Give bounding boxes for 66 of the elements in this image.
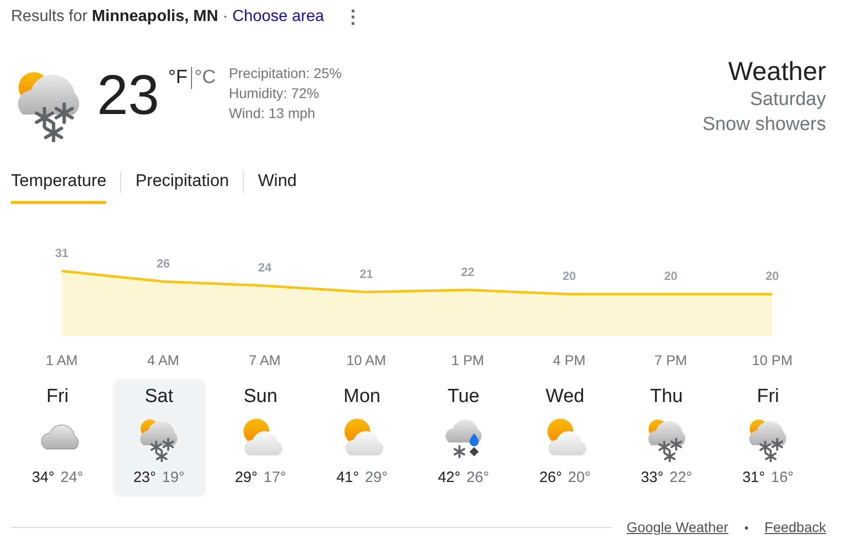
low-temp: 22°	[670, 469, 692, 486]
high-temp: 26°	[539, 469, 562, 486]
high-temp: 42°	[438, 469, 460, 486]
unit-toggle[interactable]: °C	[192, 67, 219, 89]
hour-label: 7 AM	[248, 352, 281, 368]
day-tile[interactable]: Sun 29° 17°	[214, 379, 307, 497]
low-temp: 24°	[60, 469, 84, 486]
low-temp: 16°	[771, 469, 794, 486]
data-label: 21	[360, 267, 373, 281]
data-label: 20	[766, 269, 779, 284]
high-temp: 29°	[234, 469, 258, 486]
day-tile[interactable]: Sat 23° 19°	[112, 379, 206, 497]
footer-link[interactable]: Feedback	[764, 517, 826, 538]
low-temp: 17°	[264, 469, 286, 486]
day-name: Fri	[756, 385, 780, 409]
high-temp: 41°	[336, 469, 359, 486]
chart-tab[interactable]: Wind	[258, 171, 297, 204]
weather-heading: Weather	[727, 55, 826, 87]
day-name: Wed	[546, 385, 584, 409]
day-name: Thu	[650, 385, 683, 409]
chart-tab[interactable]: Precipitation	[135, 171, 229, 204]
day-tile[interactable]: Thu 33° 22°	[620, 379, 713, 497]
data-label: 20	[664, 269, 678, 284]
weather-detail: Humidity: 72%	[228, 84, 320, 103]
day-tile[interactable]: Fri 34° 24°	[11, 379, 104, 497]
day-name: Tue	[447, 385, 480, 409]
hour-label: 4 PM	[552, 352, 586, 368]
more-menu-button[interactable]: ⋮	[344, 4, 362, 30]
data-label: 31	[55, 246, 68, 260]
weather-condition: Snow showers	[702, 113, 826, 137]
unit-toggle[interactable]: °F	[165, 67, 191, 89]
choose-area-link[interactable]: Choose area	[232, 8, 324, 25]
low-temp: 29°	[365, 469, 388, 486]
hour-label: 4 AM	[147, 352, 180, 368]
results-location: Results for Minneapolis, MN · Choose area	[11, 7, 324, 27]
day-tile[interactable]: Mon 41° 29°	[316, 379, 408, 497]
day-tile[interactable]: Wed 26° 20°	[518, 379, 612, 497]
high-temp: 31°	[742, 469, 765, 486]
chart-tab[interactable]: Temperature	[11, 171, 106, 204]
high-temp: 23°	[133, 469, 156, 486]
weather-detail: Precipitation: 25%	[228, 64, 342, 83]
temperature-value: 23	[97, 67, 160, 123]
footer-link[interactable]: Google Weather	[626, 517, 728, 538]
hour-label: 10 PM	[752, 352, 792, 368]
high-temp: 34°	[32, 469, 54, 486]
day-tile[interactable]: Fri 31° 16°	[722, 379, 814, 497]
low-temp: 20°	[568, 469, 591, 486]
day-name: Mon	[344, 385, 380, 409]
low-temp: 19°	[162, 469, 185, 486]
day-name: Fri	[46, 385, 69, 409]
hour-label: 7 PM	[654, 352, 688, 368]
weather-detail: Wind: 13 mph	[228, 104, 316, 123]
hour-label: 10 AM	[346, 352, 386, 368]
low-temp: 26°	[466, 469, 490, 486]
day-name: Sat	[144, 385, 174, 409]
high-temp: 33°	[640, 469, 664, 486]
separator-dot: •	[744, 520, 749, 536]
data-label: 24	[258, 260, 272, 275]
hour-label: 1 PM	[451, 352, 484, 368]
day-tile[interactable]: Tue 42° 26°	[417, 379, 510, 497]
weather-day: Saturday	[702, 87, 826, 112]
day-name: Sun	[244, 385, 278, 409]
data-label: 26	[156, 256, 170, 270]
data-label: 22	[461, 264, 474, 279]
hour-label: 1 AM	[46, 352, 78, 368]
data-label: 20	[562, 269, 576, 284]
